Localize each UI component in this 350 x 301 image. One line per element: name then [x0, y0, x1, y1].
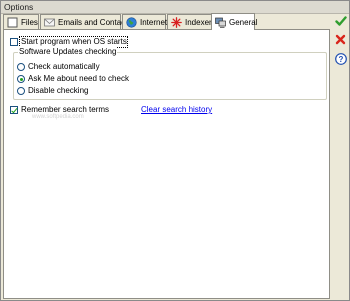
general-panel: Start program when OS starts Software Up… [3, 29, 330, 299]
ask-me-label: Ask Me about need to check [28, 74, 129, 83]
software-updates-group: Software Updates checking Check automati… [13, 47, 327, 100]
remember-search-label: Remember search terms [21, 105, 110, 114]
tab-general-label: General [229, 17, 258, 27]
globe-icon [126, 16, 137, 28]
tab-indexer-label: Indexer [185, 17, 212, 27]
tab-general[interactable]: General [211, 13, 258, 30]
software-updates-group-title: Software Updates checking [18, 47, 118, 56]
check-automatically-label: Check automatically [28, 62, 100, 71]
tab-files[interactable]: Files [3, 14, 39, 29]
disable-checking-radio[interactable] [17, 87, 25, 95]
svg-text:?: ? [338, 55, 343, 64]
envelope-icon [44, 18, 55, 26]
monitor-icon [215, 17, 226, 28]
tab-internet[interactable]: Internet [122, 14, 168, 29]
window-title: Options [4, 2, 34, 12]
tab-files-label: Files [21, 17, 38, 27]
options-window: Options Files Emails and Contacts Intern… [0, 0, 350, 301]
green-check-icon [334, 15, 347, 26]
tab-strip: Files Emails and Contacts Internet Index… [3, 13, 331, 30]
check-automatically-radio[interactable] [17, 63, 25, 71]
cancel-button[interactable] [334, 33, 347, 46]
help-question-icon: ? [334, 52, 347, 65]
indexer-star-icon [171, 16, 182, 28]
ask-me-radio[interactable] [17, 75, 25, 83]
start-on-boot-label: Start program when OS starts [21, 37, 127, 46]
help-button[interactable]: ? [334, 52, 347, 65]
tab-emails-label: Emails and Contacts [58, 17, 132, 27]
disable-checking-label: Disable checking [28, 86, 89, 95]
tab-emails-and-contacts[interactable]: Emails and Contacts [40, 14, 131, 29]
tab-internet-label: Internet [140, 17, 168, 27]
watermark: www.softpedia.com [32, 114, 84, 120]
tab-indexer[interactable]: Indexer [167, 14, 212, 29]
ok-button[interactable] [334, 14, 347, 27]
clear-search-history-link[interactable]: Clear search history [141, 105, 212, 114]
start-on-boot-checkbox[interactable] [10, 38, 18, 46]
red-x-icon [335, 34, 346, 45]
remember-search-checkbox[interactable] [10, 106, 18, 114]
checkbox-icon [7, 17, 18, 27]
